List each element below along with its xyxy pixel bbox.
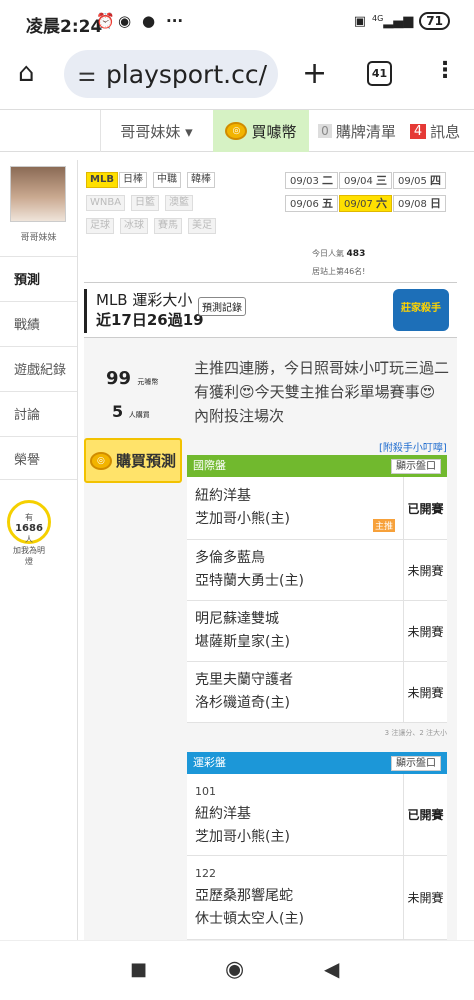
table-row[interactable]: 122 亞歷桑那響尾蛇 休士頓太空人(主) 未開賽 <box>187 856 447 940</box>
sport-cpbl[interactable]: 中職 <box>153 172 181 188</box>
intl-show-odds-button[interactable]: 顯示盤口 <box>391 459 441 474</box>
buy-prediction-button[interactable]: ◎ 購買預測 <box>84 438 182 483</box>
clock: 凌晨2:24 <box>26 17 103 37</box>
record-button[interactable]: 預測記錄 <box>198 297 246 316</box>
fan-lightbulb[interactable]: 有 1686 人 加我為明燈 <box>7 500 51 566</box>
tab-record[interactable]: 戰績 <box>0 301 77 345</box>
title-bar-accent <box>84 289 87 333</box>
date-0908[interactable]: 09/08 日 <box>393 195 447 212</box>
site-settings-icon[interactable]: ⚌ <box>78 62 96 86</box>
tab-game-log[interactable]: 遊戲紀錄 <box>0 346 77 390</box>
coin-icon: ◎ <box>89 451 112 470</box>
profile-name: 哥哥妹妹 <box>20 233 57 243</box>
prediction-description: 主推四連勝，今日照哥妹小叮玩三過二有獲利😍今天雙主推台彩單場賽事😍內附投注場次 <box>194 359 450 425</box>
prediction-header: MLB 運彩大小 近17日26過19 預測記錄 莊家殺手 <box>84 282 457 338</box>
back-button[interactable]: ◀ <box>324 957 339 981</box>
profile-sidebar: 哥哥妹妹 預測 戰績 遊戲紀錄 討論 榮譽 有 1686 人 加我為明燈 <box>0 160 77 940</box>
sport-wnba[interactable]: WNBA <box>86 195 126 211</box>
table-row[interactable]: 克里夫蘭守護者 洛杉磯道奇(主) 未開賽 <box>187 662 447 723</box>
user-menu[interactable]: 哥哥妹妹 ▾ <box>100 110 212 152</box>
sport-football[interactable]: 美足 <box>188 218 216 234</box>
table-row[interactable]: 紐約洋基 芝加哥小熊(主) 主推 已開賽 <box>187 477 447 540</box>
buyers: 5 人購買 <box>112 402 150 421</box>
table-row[interactable]: 多倫多藍鳥 亞特蘭大勇士(主) 未開賽 <box>187 540 447 601</box>
prediction-panel: MLB 日棒 中職 韓棒 WNBA 日籃 澳籃 足球 冰球 賽馬 美足 09/0… <box>77 160 462 940</box>
avatar[interactable] <box>10 166 66 222</box>
date-0903[interactable]: 09/03 二 <box>285 172 339 189</box>
status-bar: 凌晨2:24 ⏰ ◉ ● ··· ▣ 4G▂▄▆ 71 <box>0 0 474 44</box>
intl-header: 國際盤 顯示盤口 <box>187 455 447 477</box>
rank-text: 居站上第46名! <box>312 267 366 276</box>
date-0905[interactable]: 09/05 四 <box>393 172 447 189</box>
address-bar[interactable]: ⚌ playsport.cc/ <box>64 50 278 98</box>
new-tab-icon[interactable]: + <box>302 56 327 91</box>
menu-icon[interactable]: ⋮ <box>434 58 456 83</box>
browser-toolbar: ⌂ ⚌ playsport.cc/ + 41 ⋮ <box>0 44 474 108</box>
tab-switcher-button[interactable]: 41 <box>367 61 392 86</box>
site-nav: 哥哥妹妹 ▾ ◎ 買噱幣 0 購牌清單 4 訊息 <box>0 109 474 152</box>
system-indicators: ▣ 4G▂▄▆ 71 <box>354 12 450 30</box>
messages-link[interactable]: 4 訊息 <box>405 110 465 152</box>
home-icon[interactable]: ⌂ <box>18 58 35 88</box>
killer-badge: 莊家殺手 <box>393 289 449 331</box>
more-icon: ··· <box>166 12 184 30</box>
prediction-title: MLB 運彩大小 <box>96 291 193 309</box>
system-nav-bar: ■ ◉ ◀ <box>0 940 474 1000</box>
table-row[interactable]: 101 紐約洋基 芝加哥小熊(主) 已開賽 <box>187 774 447 856</box>
coin-icon: ◎ <box>225 122 248 140</box>
taiwan-show-odds-button[interactable]: 顯示盤口 <box>391 756 441 771</box>
tab-discussion[interactable]: 討論 <box>0 391 77 435</box>
killer-tips-link[interactable]: [附殺手小叮嚀] <box>379 439 447 454</box>
sport-npb[interactable]: 日棒 <box>119 172 147 188</box>
tab-honors[interactable]: 榮譽 <box>0 436 77 480</box>
price: 99 元噱幣 <box>106 368 159 389</box>
sport-nbl[interactable]: 澳籃 <box>165 195 193 211</box>
url-text: playsport.cc/ <box>105 59 267 89</box>
date-0906[interactable]: 09/06 五 <box>285 195 339 212</box>
table-row[interactable]: 明尼蘇達雙城 堪薩斯皇家(主) 未開賽 <box>187 601 447 662</box>
sport-racing[interactable]: 賽馬 <box>154 218 182 234</box>
tab-predictions[interactable]: 預測 <box>0 256 77 300</box>
date-0907[interactable]: 09/07 六 <box>339 195 393 212</box>
prediction-streak: 近17日26過19 <box>96 311 204 329</box>
fans-count: 1686 <box>15 523 43 534</box>
sport-kbo[interactable]: 韓棒 <box>187 172 215 188</box>
prediction-body: 99 元噱幣 5 人購買 主推四連勝，今日照哥妹小叮玩三過二有獲利😍今天雙主推台… <box>84 338 457 940</box>
battery-icon: 71 <box>419 12 450 30</box>
sport-b-league[interactable]: 日籃 <box>131 195 159 211</box>
date-0904[interactable]: 09/04 三 <box>339 172 393 189</box>
home-button[interactable]: ◉ <box>225 957 244 982</box>
chat-icon: ● <box>142 12 156 30</box>
bet-note: 3 注讓分、2 注大小 <box>384 729 447 737</box>
alarm-icon: ⏰ <box>96 12 115 30</box>
recents-button[interactable]: ■ <box>130 959 147 980</box>
sport-mlb[interactable]: MLB <box>86 172 118 188</box>
buy-coin-button[interactable]: ◎ 買噱幣 <box>213 110 309 152</box>
main-pick-tag: 主推 <box>373 519 396 532</box>
sport-hockey[interactable]: 冰球 <box>120 218 148 234</box>
popularity: 今日人氣 483 <box>312 249 366 259</box>
vpn-icon: ◉ <box>118 12 132 30</box>
sport-soccer[interactable]: 足球 <box>86 218 114 234</box>
signal-icon: 4G▂▄▆ <box>372 13 414 29</box>
volte-icon: ▣ <box>353 13 366 29</box>
taiwan-header: 運彩盤 顯示盤口 <box>187 752 447 774</box>
cart-link[interactable]: 0 購牌清單 <box>310 110 404 152</box>
